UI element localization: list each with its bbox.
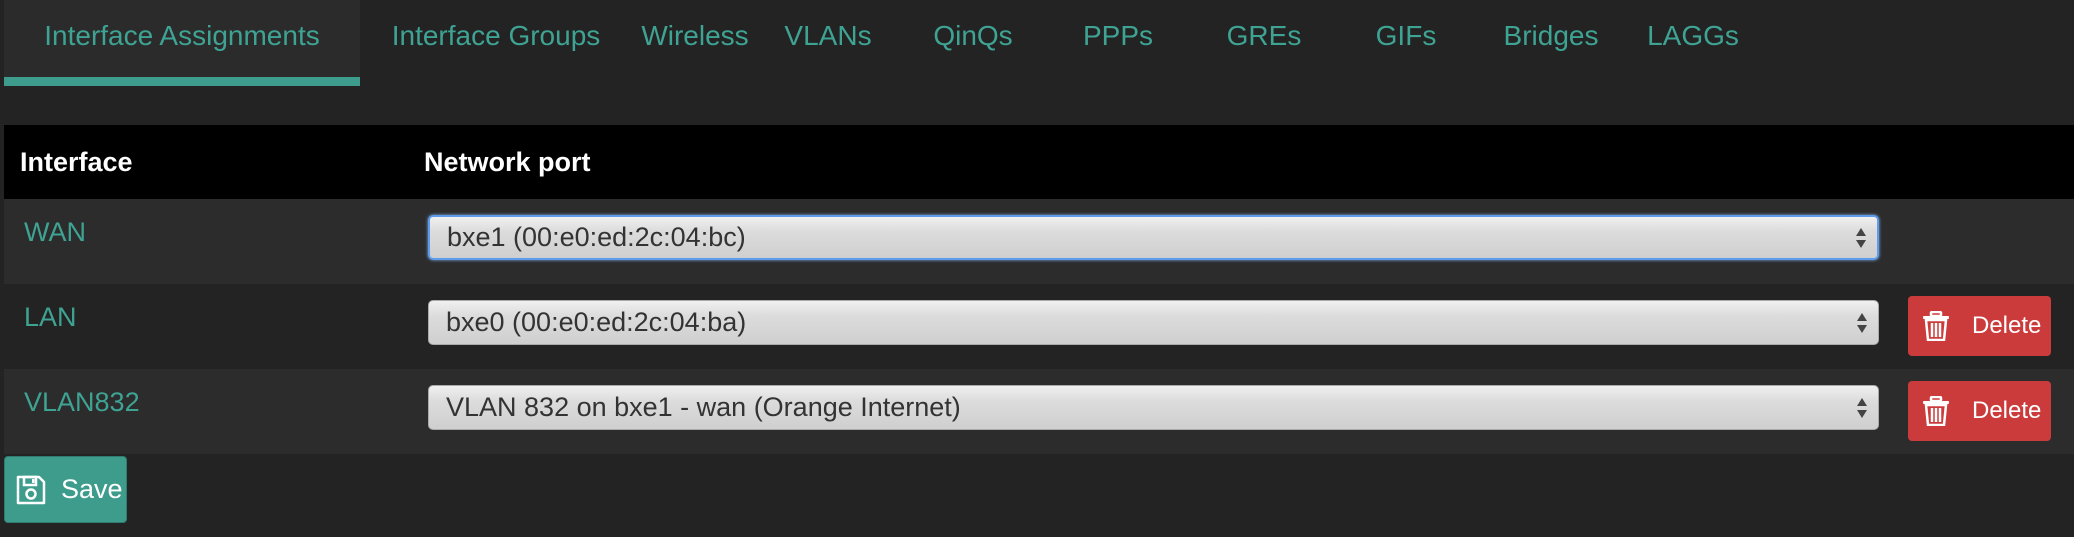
select-value: bxe0 (00:e0:ed:2c:04:ba) (446, 307, 747, 337)
save-label: Save (61, 474, 123, 504)
network-port-select-lan[interactable]: bxe0 (00:e0:ed:2c:04:ba) (428, 300, 1879, 345)
select-value: VLAN 832 on bxe1 - wan (Orange Internet) (446, 392, 961, 422)
tab-vlans[interactable]: VLANs (758, 0, 898, 86)
table-header: Interface Network port (4, 125, 2074, 199)
tab-ppps[interactable]: PPPs (1048, 0, 1188, 86)
select-caret-icon (1857, 397, 1867, 418)
interface-assignments-table: Interface Network port WAN bxe1 (00:e0:e… (4, 125, 2074, 454)
column-header-network-port: Network port (424, 146, 591, 177)
tab-qinqs[interactable]: QinQs (898, 0, 1048, 86)
tab-laggs[interactable]: LAGGs (1630, 0, 1756, 86)
network-port-select-wan[interactable]: bxe1 (00:e0:ed:2c:04:bc) (428, 215, 1879, 260)
delete-button-lan[interactable]: Delete (1908, 296, 2051, 356)
floppy-disk-icon (16, 475, 46, 504)
interface-link-lan[interactable]: LAN (4, 284, 430, 333)
tab-gifs[interactable]: GIFs (1340, 0, 1472, 86)
select-caret-icon (1856, 227, 1866, 248)
interface-assignments-page: Interface Assignments Interface Groups W… (0, 0, 2074, 537)
interface-link-wan[interactable]: WAN (4, 199, 430, 248)
tab-interface-assignments[interactable]: Interface Assignments (4, 0, 360, 86)
tab-bridges[interactable]: Bridges (1472, 0, 1630, 86)
table-row-vlan832: VLAN832 VLAN 832 on bxe1 - wan (Orange I… (4, 369, 2074, 454)
table-row-wan: WAN bxe1 (00:e0:ed:2c:04:bc) (4, 199, 2074, 284)
column-header-interface: Interface (20, 146, 133, 177)
delete-label: Delete (1972, 312, 2042, 339)
network-port-select-vlan832[interactable]: VLAN 832 on bxe1 - wan (Orange Internet) (428, 385, 1879, 430)
tab-bar: Interface Assignments Interface Groups W… (0, 0, 2074, 86)
tab-interface-groups[interactable]: Interface Groups (360, 0, 632, 86)
select-caret-icon (1857, 312, 1867, 333)
table-row-lan: LAN bxe0 (00:e0:ed:2c:04:ba) Delete (4, 284, 2074, 369)
delete-button-vlan832[interactable]: Delete (1908, 381, 2051, 441)
save-button[interactable]: Save (4, 456, 127, 523)
select-value: bxe1 (00:e0:ed:2c:04:bc) (447, 222, 746, 252)
interface-link-vlan832[interactable]: VLAN832 (4, 369, 430, 418)
tab-gres[interactable]: GREs (1188, 0, 1340, 86)
tab-wireless[interactable]: Wireless (632, 0, 758, 86)
delete-label: Delete (1972, 397, 2042, 424)
trash-icon (1923, 396, 1949, 426)
trash-icon (1923, 311, 1949, 341)
